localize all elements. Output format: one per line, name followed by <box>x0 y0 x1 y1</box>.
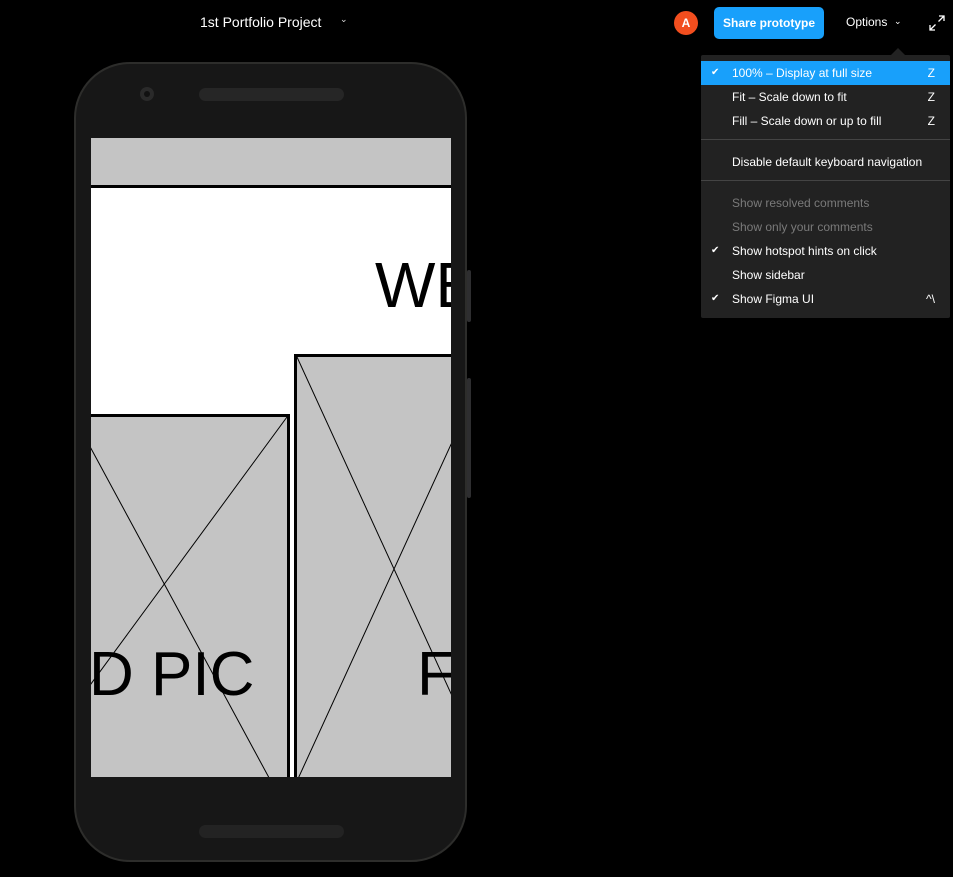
menu-item[interactable]: ✔ Show hotspot hints on click <box>701 239 950 263</box>
menu-item-label: Disable default keyboard navigation <box>732 155 923 169</box>
menu-item-label: Show Figma UI <box>732 292 815 306</box>
menu-separator <box>701 180 950 181</box>
hero-heading: WE <box>375 249 451 321</box>
user-avatar[interactable]: A <box>674 11 698 35</box>
file-title[interactable]: 1st Portfolio Project <box>200 14 321 30</box>
checkmark-icon: ✔ <box>711 245 720 256</box>
menu-item[interactable]: ✔ Show Figma UI ^\ <box>701 287 950 311</box>
phone-power-button <box>467 270 471 322</box>
phone-volume-button <box>467 378 471 498</box>
speaker-grille <box>199 88 344 101</box>
menu-item[interactable]: Fill – Scale down or up to fill Z <box>701 109 950 133</box>
prototype-screen[interactable]: WE D PIC F <box>91 138 451 777</box>
menu-item: Show only your comments <box>701 215 950 239</box>
image-placeholder-right[interactable] <box>294 354 451 777</box>
image-placeholder-cross-icon <box>91 417 288 777</box>
menu-caret <box>891 48 905 55</box>
menu-item-label: Fill – Scale down or up to fill <box>732 114 882 128</box>
menu-item-label: 100% – Display at full size <box>732 66 873 80</box>
options-button[interactable]: Options <box>846 15 887 29</box>
menu-item-shortcut: Z <box>927 66 935 80</box>
image-placeholder-left[interactable] <box>91 414 290 777</box>
menu-item: Show resolved comments <box>701 191 950 215</box>
options-chevron-down-icon[interactable]: ⌄ <box>894 16 902 27</box>
left-card-label: D PIC <box>91 640 255 709</box>
status-bar-placeholder <box>91 138 451 185</box>
menu-item-shortcut: Z <box>927 114 935 128</box>
menu-item-label: Fit – Scale down to fit <box>732 90 847 104</box>
menu-item-label: Show resolved comments <box>732 196 870 210</box>
menu-item-shortcut: ^\ <box>926 292 935 306</box>
menu-item[interactable]: ✔ 100% – Display at full size Z <box>701 61 950 85</box>
checkmark-icon: ✔ <box>711 67 720 78</box>
bottom-speaker-grille <box>199 825 344 838</box>
image-placeholder-cross-icon <box>297 357 451 777</box>
menu-item-label: Show sidebar <box>732 268 805 282</box>
menu-item-label: Show hotspot hints on click <box>732 244 877 258</box>
options-menu: ✔ 100% – Display at full size Z Fit – Scale… <box>701 55 950 318</box>
menu-item[interactable]: Disable default keyboard navigation <box>701 150 950 174</box>
menu-item[interactable]: Fit – Scale down to fit Z <box>701 85 950 109</box>
prototype-toolbar: 1st Portfolio Project ⌄ A Share prototyp… <box>0 0 953 46</box>
title-chevron-down-icon[interactable]: ⌄ <box>340 14 348 25</box>
status-bar-divider <box>91 185 451 188</box>
menu-separator <box>701 139 950 140</box>
right-card-label: F <box>417 640 451 709</box>
menu-item-label: Show only your comments <box>732 220 873 234</box>
expand-icon[interactable] <box>928 14 946 32</box>
menu-item-shortcut: Z <box>927 90 935 104</box>
share-prototype-button[interactable]: Share prototype <box>714 7 824 39</box>
checkmark-icon: ✔ <box>711 293 720 304</box>
menu-item[interactable]: Show sidebar <box>701 263 950 287</box>
camera-lens <box>144 91 150 97</box>
